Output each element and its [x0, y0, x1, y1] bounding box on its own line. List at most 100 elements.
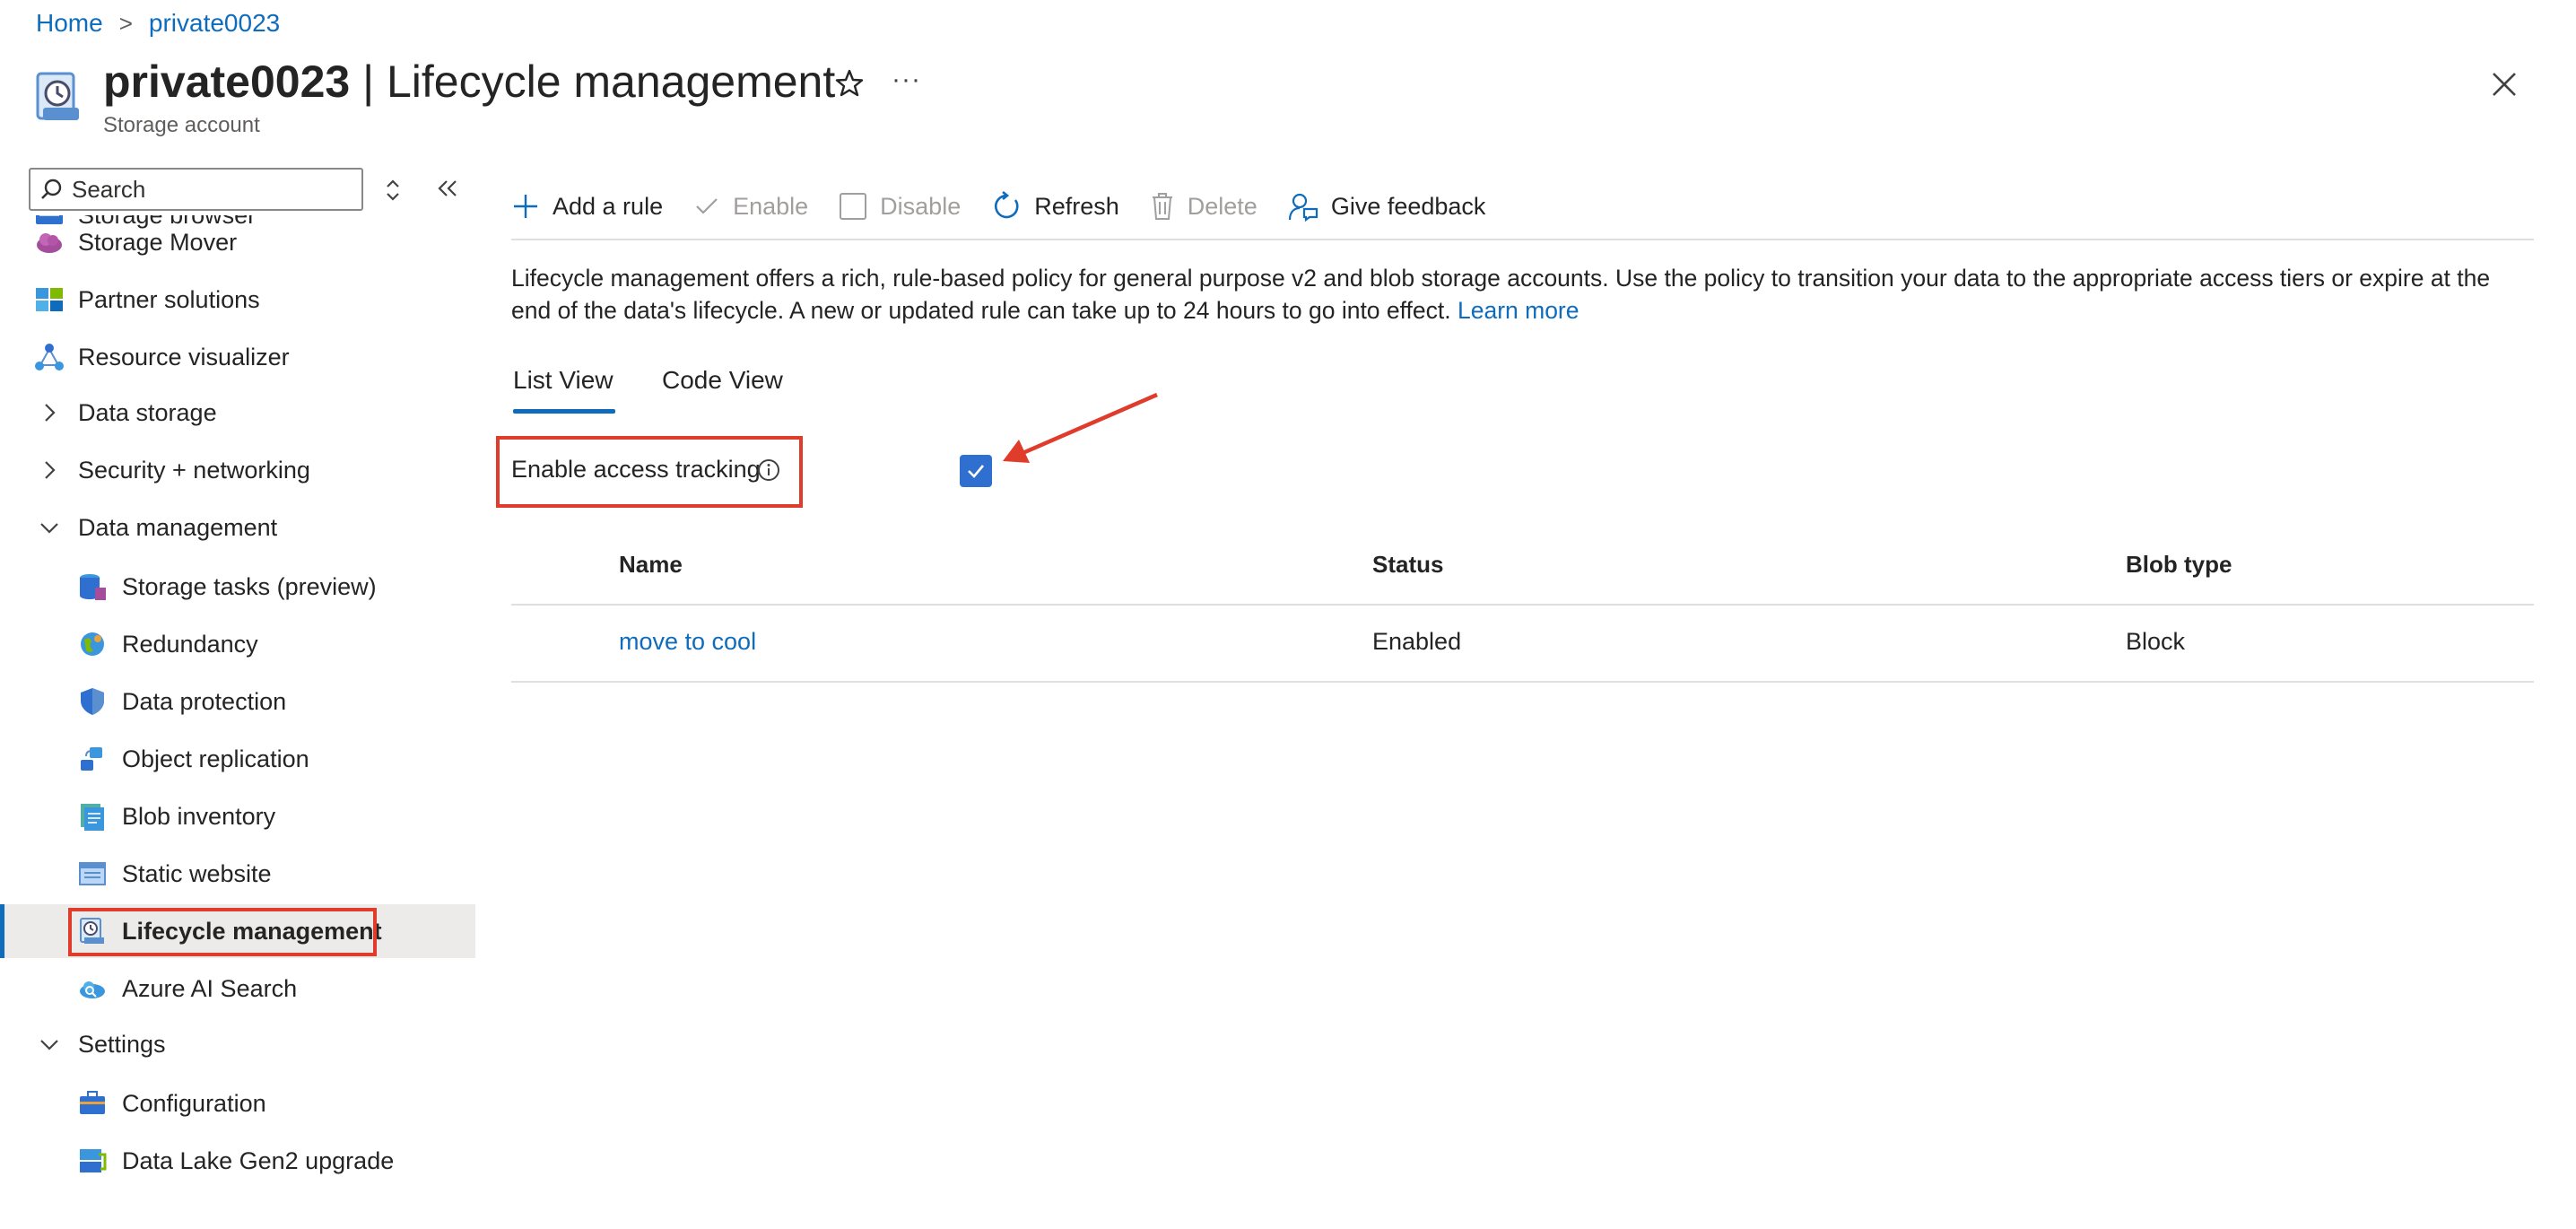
sidebar-item-label: Storage Mover	[78, 228, 238, 256]
breadcrumb-separator: >	[118, 9, 133, 37]
sidebar-item-label: Blob inventory	[122, 802, 276, 830]
sidebar-item-label: Redundancy	[122, 630, 258, 658]
column-header-name[interactable]: Name	[619, 551, 683, 579]
sidebar-group-data-management[interactable]: Data management	[0, 501, 475, 554]
sidebar-item-label: Data management	[78, 513, 278, 541]
enable-access-tracking-checkbox[interactable]	[960, 455, 992, 487]
add-rule-button[interactable]: Add a rule	[511, 192, 663, 221]
page-name: Lifecycle management	[386, 57, 836, 107]
sidebar-group-security-networking[interactable]: Security + networking	[0, 443, 475, 497]
sidebar-item-configuration[interactable]: Configuration	[0, 1076, 475, 1130]
globe-icon	[81, 632, 104, 656]
chevron-right-icon	[45, 461, 56, 479]
sidebar-nav: Storage browser Storage Mover Partner so…	[0, 215, 475, 1229]
sidebar-item-object-replication[interactable]: Object replication	[0, 732, 475, 786]
page-description: Lifecycle management offers a rich, rule…	[511, 262, 2529, 327]
breadcrumb-resource-link[interactable]: private0023	[149, 9, 280, 38]
toolbar-divider	[511, 239, 2534, 240]
title-separator: |	[350, 57, 387, 107]
sidebar-item-azure-ai-search[interactable]: Azure AI Search	[0, 962, 475, 1015]
storage-tasks-icon	[80, 574, 106, 600]
sidebar-item-label: Security + networking	[78, 456, 310, 484]
empty-checkbox-icon	[840, 193, 867, 220]
lifecycle-resource-icon	[36, 72, 79, 120]
disable-label: Disable	[880, 192, 962, 220]
table-header-divider	[511, 604, 2534, 606]
checkmark-icon	[696, 198, 718, 214]
search-icon	[41, 179, 62, 199]
sidebar-item-lifecycle-management[interactable]: Lifecycle management	[0, 904, 475, 958]
disable-button[interactable]: Disable	[839, 192, 961, 221]
sidebar-item-data-protection[interactable]: Data protection	[0, 675, 475, 728]
rule-blob-type: Block	[2126, 628, 2186, 655]
rule-name-link[interactable]: move to cool	[619, 628, 756, 656]
sidebar-item-label: Azure AI Search	[122, 974, 298, 1002]
tab-list-view[interactable]: List View	[513, 366, 614, 395]
resource-visualizer-icon	[35, 344, 64, 370]
selected-indicator	[0, 904, 4, 958]
sidebar-item-redundancy[interactable]: Redundancy	[0, 617, 475, 671]
sidebar-item-label: Storage tasks (preview)	[122, 572, 377, 600]
breadcrumb-home-link[interactable]: Home	[36, 9, 103, 38]
learn-more-link[interactable]: Learn more	[1458, 297, 1580, 324]
sidebar-item-label: Settings	[78, 1030, 166, 1058]
object-replication-icon	[81, 747, 102, 771]
more-options-button[interactable]: ···	[892, 65, 921, 95]
highlight-box-lifecycle	[68, 908, 377, 956]
column-header-status[interactable]: Status	[1372, 551, 1443, 579]
enable-label: Enable	[733, 192, 809, 220]
sidebar-item-data-lake-gen2-upgrade[interactable]: Data Lake Gen2 upgrade	[0, 1134, 475, 1188]
tab-code-view[interactable]: Code View	[662, 366, 783, 395]
sidebar-item-static-website[interactable]: Static website	[0, 847, 475, 901]
sidebar-item-label: Data storage	[78, 398, 217, 426]
resource-name: private0023	[103, 57, 351, 107]
close-icon[interactable]	[2486, 66, 2522, 102]
sidebar-item-label: Partner solutions	[78, 285, 260, 313]
ai-search-icon	[80, 981, 105, 998]
sidebar-item-partner-solutions[interactable]: Partner solutions	[0, 273, 475, 327]
refresh-button[interactable]: Refresh	[991, 191, 1119, 222]
feedback-icon	[1288, 193, 1318, 222]
sidebar-group-settings[interactable]: Settings	[0, 1017, 475, 1071]
sidebar-item-label: Object replication	[122, 745, 309, 772]
enable-access-tracking-label: Enable access tracking	[511, 456, 761, 483]
page-subtitle: Storage account	[103, 113, 260, 137]
sidebar-search-box[interactable]	[29, 168, 363, 211]
active-tab-indicator	[513, 409, 615, 414]
trash-icon	[1152, 193, 1172, 220]
info-icon[interactable]	[756, 458, 781, 483]
page-title: private0023 | Lifecycle management	[103, 56, 835, 108]
breadcrumb: Home > private0023	[36, 9, 280, 38]
sidebar-group-data-storage[interactable]: Data storage	[0, 386, 475, 440]
sidebar-item-blob-inventory[interactable]: Blob inventory	[0, 789, 475, 843]
refresh-label: Refresh	[1034, 192, 1119, 220]
sidebar-item-label: Data protection	[122, 687, 287, 715]
shield-icon	[81, 688, 104, 715]
plus-icon	[514, 195, 537, 218]
command-bar: Add a rule Enable Disable Refresh Delete…	[511, 179, 1516, 233]
sidebar-item-label: Static website	[122, 859, 272, 887]
give-feedback-button[interactable]: Give feedback	[1288, 191, 1485, 222]
chevron-down-icon	[40, 523, 58, 534]
sidebar-item-storage-mover[interactable]: Storage Mover	[0, 215, 475, 269]
cloud-icon	[37, 233, 62, 253]
favorite-star-icon[interactable]	[834, 68, 865, 99]
enable-button[interactable]: Enable	[693, 193, 808, 221]
column-header-blob-type[interactable]: Blob type	[2126, 551, 2232, 579]
blob-inventory-icon	[81, 804, 104, 831]
refresh-icon	[995, 191, 1019, 219]
chevron-down-icon	[40, 1040, 58, 1050]
table-row-divider	[511, 681, 2534, 683]
sidebar-item-resource-visualizer[interactable]: Resource visualizer	[0, 330, 475, 384]
expand-collapse-sort-icon[interactable]	[382, 178, 404, 203]
collapse-sidebar-icon[interactable]	[434, 176, 459, 201]
delete-button[interactable]: Delete	[1150, 192, 1258, 221]
add-rule-label: Add a rule	[553, 192, 664, 220]
sidebar-item-storage-tasks[interactable]: Storage tasks (preview)	[0, 560, 475, 614]
chevron-right-icon	[45, 404, 56, 422]
annotation-arrow	[1003, 392, 1158, 463]
partner-solutions-icon	[36, 288, 63, 311]
sidebar-item-label: Configuration	[122, 1089, 266, 1117]
sidebar-search-input[interactable]	[72, 175, 341, 204]
sidebar-item-label: Data Lake Gen2 upgrade	[122, 1146, 395, 1174]
